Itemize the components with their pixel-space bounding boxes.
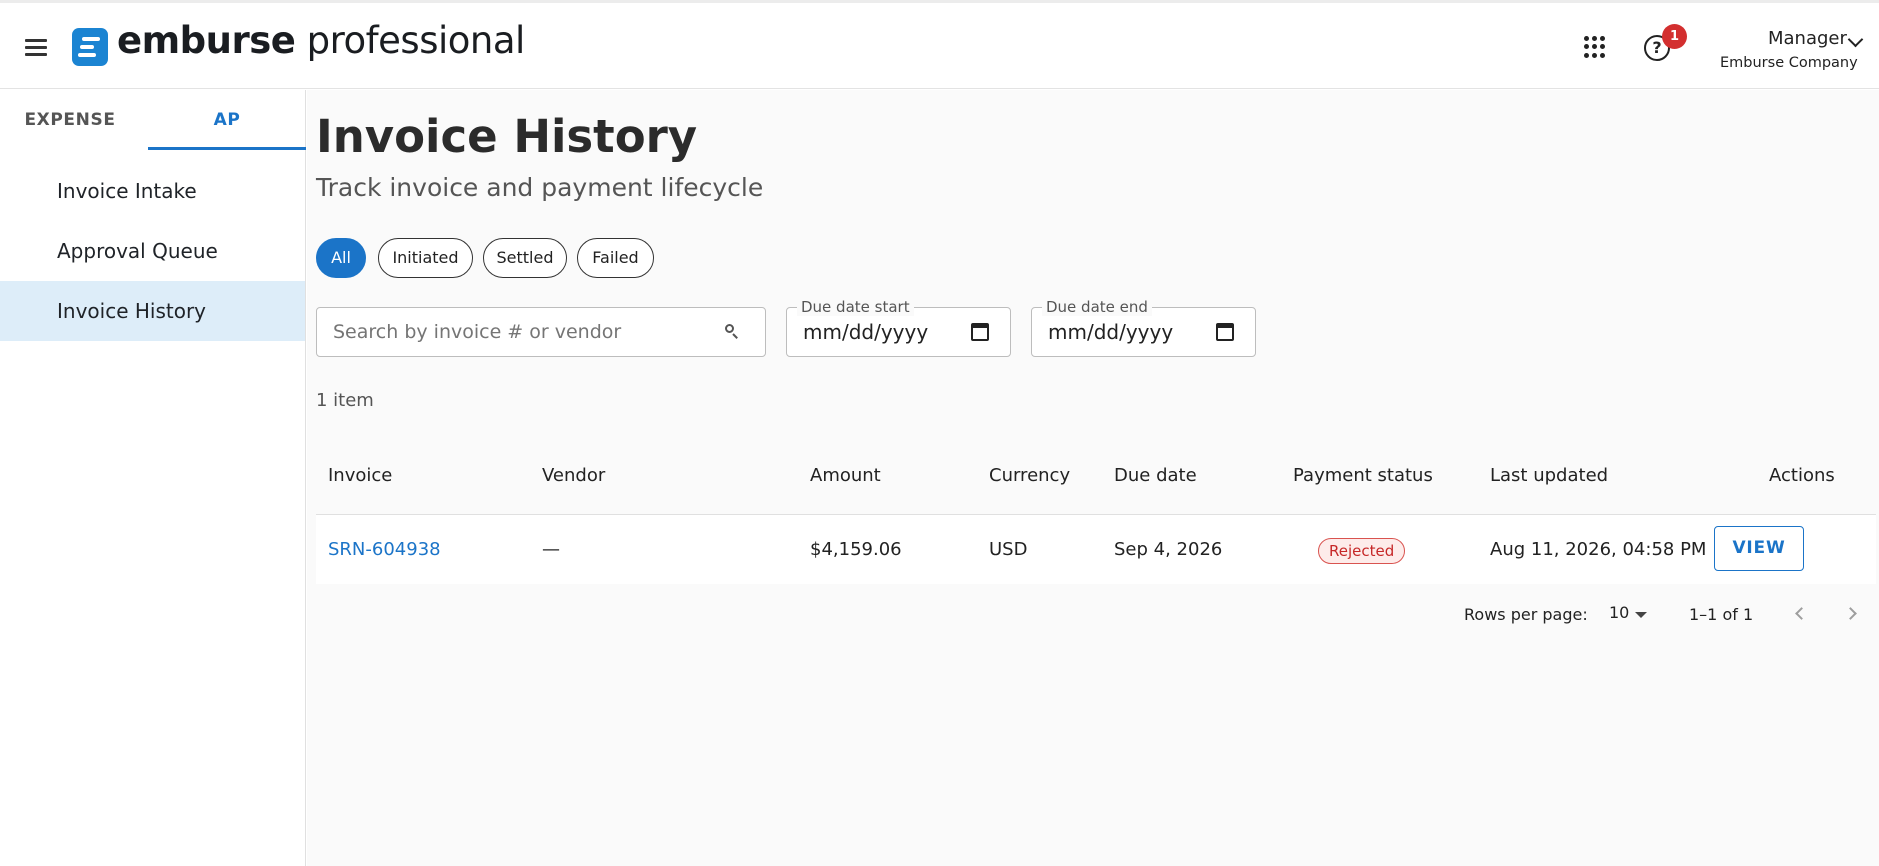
app-header: emburse professional ? 1 Manager Emburse… <box>0 3 1879 89</box>
search-icon[interactable] <box>724 323 740 339</box>
filter-chip-initiated[interactable]: Initiated <box>378 238 473 278</box>
currency-cell: USD <box>989 539 1028 560</box>
main-content: Invoice History Track invoice and paymen… <box>307 90 1879 866</box>
due-date-end-value[interactable]: mm/dd/yyyy <box>1048 320 1173 344</box>
sidebar-item-invoice-intake[interactable]: Invoice Intake <box>0 161 305 221</box>
due-date-end-field[interactable]: Due date end mm/dd/yyyy <box>1031 298 1256 357</box>
last-updated-cell: Aug 11, 2026, 04:58 PM <box>1490 539 1707 560</box>
tab-ap[interactable]: AP <box>148 90 306 150</box>
tab-expense[interactable]: EXPENSE <box>0 90 140 150</box>
chevron-down-icon[interactable] <box>1847 31 1864 48</box>
page-title: Invoice History <box>316 110 698 163</box>
page-subtitle: Track invoice and payment lifecycle <box>316 173 764 202</box>
chevron-right-icon[interactable] <box>1844 606 1861 622</box>
column-header-currency[interactable]: Currency <box>989 465 1070 486</box>
status-badge: Rejected <box>1318 538 1406 564</box>
due-date-start-value[interactable]: mm/dd/yyyy <box>803 320 928 344</box>
column-header-payment-status[interactable]: Payment status <box>1293 465 1433 486</box>
column-header-vendor[interactable]: Vendor <box>542 465 605 486</box>
rows-per-page-value[interactable]: 10 <box>1609 603 1629 622</box>
menu-icon[interactable] <box>20 32 56 64</box>
due-date-start-label: Due date start <box>797 298 914 316</box>
emburse-logo-icon[interactable] <box>72 28 108 66</box>
sidebar-item-invoice-history[interactable]: Invoice History <box>0 281 305 341</box>
amount-cell: $4,159.06 <box>810 539 902 560</box>
filter-chip-settled[interactable]: Settled <box>483 238 567 278</box>
calendar-icon[interactable] <box>1216 323 1234 341</box>
brand-logo[interactable]: emburse professional <box>117 19 525 62</box>
search-field <box>316 307 766 357</box>
column-header-invoice[interactable]: Invoice <box>328 465 392 486</box>
due-date-end-label: Due date end <box>1042 298 1152 316</box>
rows-per-page-select[interactable]: 10 <box>1601 603 1651 627</box>
search-input[interactable] <box>333 308 723 356</box>
column-header-last-updated[interactable]: Last updated <box>1490 465 1608 486</box>
brand-suffix: professional <box>295 19 526 62</box>
user-menu[interactable]: Manager <box>1768 28 1847 49</box>
column-header-actions: Actions <box>1769 465 1835 486</box>
due-date-cell: Sep 4, 2026 <box>1114 539 1223 560</box>
calendar-icon[interactable] <box>971 323 989 341</box>
caret-down-icon[interactable] <box>1635 612 1647 618</box>
user-company: Emburse Company <box>1720 55 1858 71</box>
brand-name: emburse <box>117 19 296 62</box>
sidebar-item-approval-queue[interactable]: Approval Queue <box>0 221 305 281</box>
notification-badge: 1 <box>1662 24 1687 49</box>
column-header-due-date[interactable]: Due date <box>1114 465 1197 486</box>
column-header-amount[interactable]: Amount <box>810 465 881 486</box>
item-count: 1 item <box>316 390 374 411</box>
filter-chip-all[interactable]: All <box>316 238 366 278</box>
pagination-range: 1–1 of 1 <box>1689 605 1754 624</box>
invoice-link[interactable]: SRN-604938 <box>328 539 441 560</box>
vendor-cell: — <box>542 539 560 560</box>
filter-chip-failed[interactable]: Failed <box>577 238 654 278</box>
apps-grid-icon[interactable] <box>1584 36 1606 58</box>
table-row: SRN-604938 — $4,159.06 USD Sep 4, 2026 R… <box>316 514 1876 584</box>
chevron-left-icon[interactable] <box>1792 606 1808 622</box>
rows-per-page-label: Rows per page: <box>1464 605 1588 624</box>
due-date-start-field[interactable]: Due date start mm/dd/yyyy <box>786 298 1011 357</box>
sidebar: EXPENSE AP Invoice Intake Approval Queue… <box>0 90 306 866</box>
view-button[interactable]: VIEW <box>1714 526 1804 571</box>
